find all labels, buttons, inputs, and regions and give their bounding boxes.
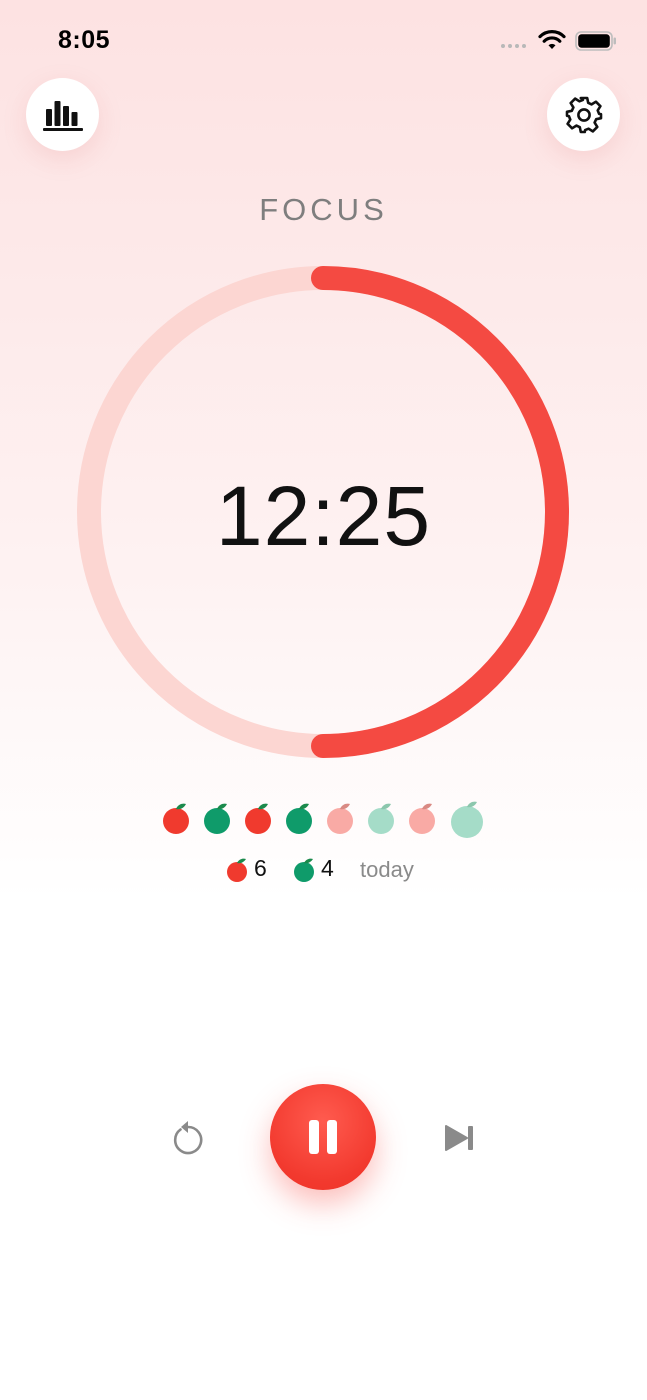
session-tomatoes (163, 801, 483, 838)
break-count: 4 (321, 855, 334, 881)
session-tomato-long-break (451, 801, 483, 838)
focus-count: 6 (254, 855, 267, 881)
timer-display: 12:25 (215, 469, 432, 563)
session-summary: 6 4 today (0, 855, 647, 887)
pause-icon (309, 1120, 337, 1154)
progress-ring (77, 266, 569, 758)
session-tomato-focus (245, 803, 271, 834)
skip-icon (445, 1125, 473, 1151)
session-tomato-break (286, 803, 312, 834)
session-tomato-break (368, 803, 394, 834)
focus-tomato-icon (227, 858, 247, 882)
session-tomato-break (204, 803, 230, 834)
session-tomato-focus (327, 803, 353, 834)
reset-button[interactable] (166, 1116, 210, 1160)
skip-button[interactable] (440, 1116, 480, 1160)
pause-button[interactable] (270, 1084, 376, 1190)
session-tomato-focus (409, 803, 435, 834)
reset-icon (173, 1121, 203, 1155)
break-tomato-icon (294, 858, 314, 882)
period-label: today (360, 857, 414, 882)
session-tomato-focus (163, 803, 189, 834)
